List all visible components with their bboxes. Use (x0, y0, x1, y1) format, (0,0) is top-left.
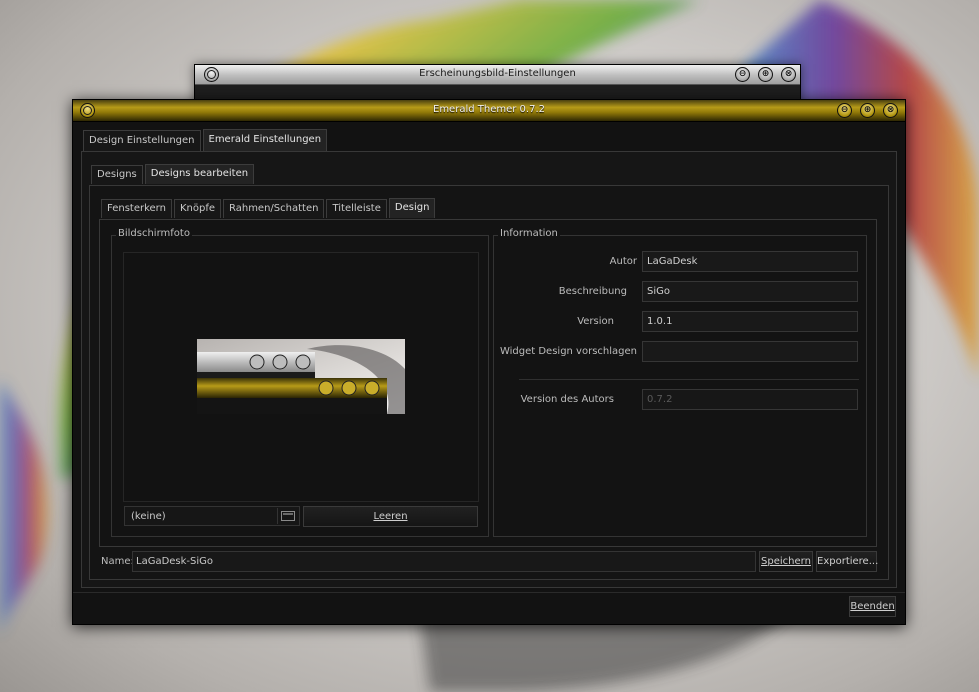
theme-preview-image (197, 339, 405, 414)
screenshot-file-value: (keine) (131, 511, 166, 522)
close-icon[interactable]: ⊗ (781, 67, 796, 82)
version-field[interactable]: 1.0.1 (642, 311, 858, 332)
description-label: Beschreibung (558, 286, 627, 297)
tab-window-core[interactable]: Fensterkern (101, 199, 172, 218)
appearance-settings-titlebar[interactable]: Erscheinungsbild-Einstellungen ⊖ ⊕ ⊗ (195, 65, 800, 85)
tab-designs[interactable]: Designs (91, 165, 143, 184)
theme-name-input[interactable]: LaGaDesk-SiGo (132, 551, 756, 572)
author-label: Autor (609, 256, 637, 267)
tab-edit-designs[interactable]: Designs bearbeiten (144, 164, 255, 184)
window-bottom-separator (73, 592, 905, 593)
export-button[interactable]: Exportiere... (816, 551, 878, 572)
tab-design-settings[interactable]: Design Einstellungen (83, 130, 201, 151)
minimize-icon[interactable]: ⊖ (837, 103, 852, 118)
tab-emerald-settings[interactable]: Emerald Einstellungen (202, 129, 328, 151)
window-title: Emerald Themer 0.7.2 (433, 104, 545, 115)
screenshot-group-title: Bildschirmfoto (116, 228, 192, 239)
clear-button[interactable]: Leeren (303, 506, 478, 527)
author-field[interactable]: LaGaDesk (642, 251, 858, 272)
widget-design-label: Widget Design vorschlagen (499, 346, 637, 357)
appearance-settings-title: Erscheinungsbild-Einstellungen (419, 68, 576, 79)
emerald-themer-window[interactable]: Emerald Themer 0.7.2 ⊖ ⊕ ⊗ Design Einste… (72, 99, 906, 625)
info-separator (519, 379, 859, 380)
tab-titlebar[interactable]: Titelleiste (326, 199, 387, 218)
minimize-icon[interactable]: ⊖ (735, 67, 750, 82)
emerald-themer-titlebar[interactable]: Emerald Themer 0.7.2 ⊖ ⊕ ⊗ (73, 100, 905, 122)
maximize-icon[interactable]: ⊕ (860, 103, 875, 118)
maximize-icon[interactable]: ⊕ (758, 67, 773, 82)
save-button[interactable]: Speichern (759, 551, 813, 572)
author-version-label: Version des Autors (520, 394, 614, 405)
top-tab-bar: Design Einstellungen Emerald Einstellung… (83, 129, 329, 151)
widget-design-field[interactable] (642, 341, 858, 362)
edit-tab-bar: Fensterkern Knöpfe Rahmen/Schatten Titel… (101, 198, 437, 218)
version-label: Version (577, 316, 614, 327)
file-chooser-icon[interactable] (277, 508, 298, 524)
tab-buttons[interactable]: Knöpfe (173, 199, 221, 218)
screenshot-file-combo[interactable]: (keine) (124, 506, 300, 526)
author-version-field: 0.7.2 (642, 389, 858, 410)
description-field[interactable]: SiGo (642, 281, 858, 302)
designs-tab-bar: Designs Designs bearbeiten (91, 164, 256, 184)
quit-button[interactable]: Beenden (849, 596, 896, 617)
information-group-title: Information (498, 228, 560, 239)
name-label: Name: (101, 556, 134, 567)
close-icon[interactable]: ⊗ (883, 103, 898, 118)
tab-design[interactable]: Design (388, 198, 436, 218)
tab-frame-shadow[interactable]: Rahmen/Schatten (223, 199, 325, 218)
